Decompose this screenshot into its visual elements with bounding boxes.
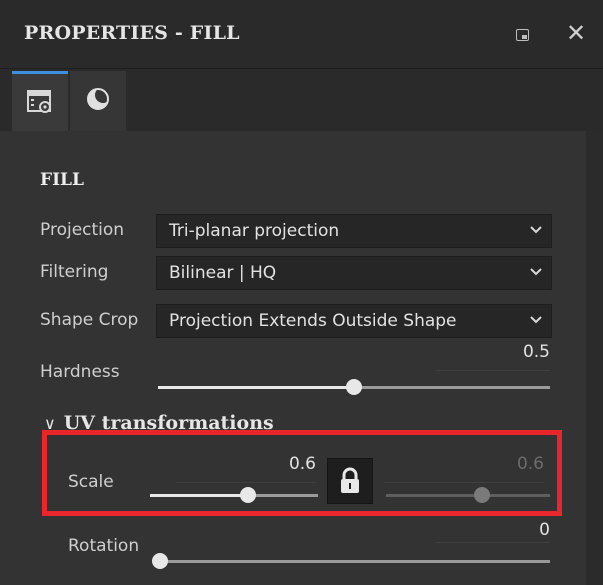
maximize-icon[interactable]: [510, 20, 538, 48]
scrollbar[interactable]: [586, 131, 603, 585]
panel-header: PROPERTIES - FILL ✕: [0, 0, 603, 69]
chevron-down-icon: [530, 226, 542, 234]
close-icon[interactable]: ✕: [562, 20, 590, 48]
hardness-slider-fill: [158, 386, 354, 389]
filtering-value: Bilinear | HQ: [169, 263, 277, 283]
material-sphere-icon: [87, 87, 111, 110]
highlight-box: [42, 430, 562, 516]
shape-crop-label: Shape Crop: [40, 310, 139, 330]
projection-select[interactable]: Tri-planar projection: [156, 214, 552, 248]
hardness-slider-knob[interactable]: [346, 379, 362, 395]
tab-material[interactable]: [70, 71, 126, 131]
rotation-slider-track[interactable]: [158, 560, 550, 563]
shape-crop-value: Projection Extends Outside Shape: [169, 311, 457, 331]
filtering-label: Filtering: [40, 262, 109, 282]
chevron-down-icon: [530, 268, 542, 276]
rotation-label: Rotation: [68, 536, 140, 556]
tab-strip: [0, 69, 603, 131]
tab-properties[interactable]: [12, 71, 68, 131]
projection-label: Projection: [40, 220, 125, 240]
rotation-slider-knob[interactable]: [152, 553, 168, 569]
hardness-value[interactable]: 0.5: [436, 342, 550, 371]
rotation-value[interactable]: 0: [436, 520, 550, 543]
panel-title: PROPERTIES - FILL: [24, 22, 240, 44]
shape-crop-select[interactable]: Projection Extends Outside Shape: [156, 304, 552, 338]
properties-gear-icon: [27, 90, 51, 113]
fill-section-title: FILL: [40, 170, 84, 190]
chevron-down-icon: [530, 316, 542, 324]
hardness-label: Hardness: [40, 362, 120, 382]
projection-value: Tri-planar projection: [169, 221, 340, 241]
filtering-select[interactable]: Bilinear | HQ: [156, 256, 552, 290]
